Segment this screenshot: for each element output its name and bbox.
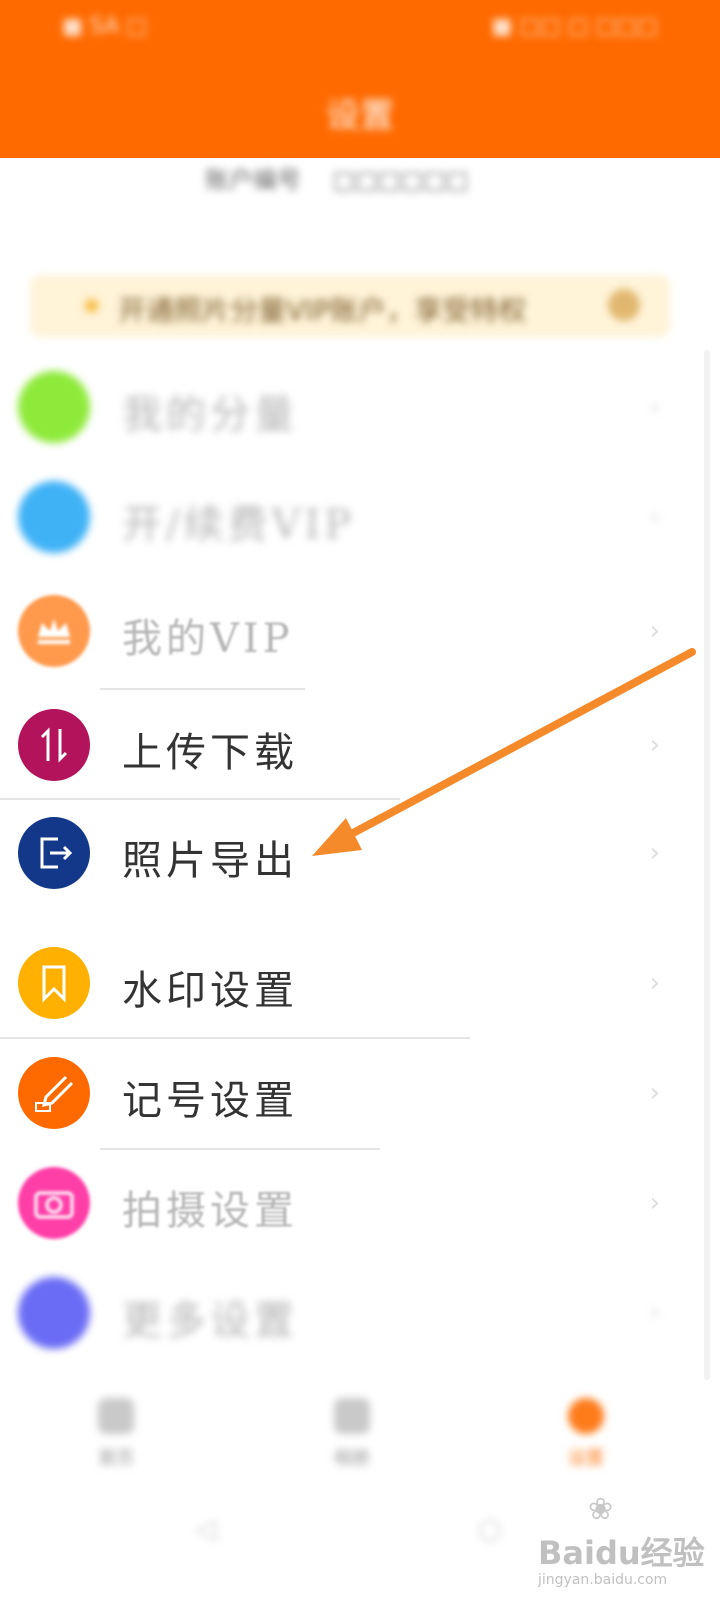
camera-icon — [18, 1167, 90, 1239]
account-value: □□□□□□ — [332, 166, 469, 194]
export-icon — [18, 817, 90, 889]
back-icon[interactable]: ◁ — [195, 1512, 217, 1545]
menu-item-photo-export[interactable]: 照片导出 › — [0, 800, 720, 910]
menu-item-camera-settings[interactable]: 拍摄设置 › — [0, 1150, 720, 1260]
marker-icon — [18, 1057, 90, 1129]
menu-item-label: 照片导出 — [122, 838, 298, 884]
vip-banner-text: 开通照片分量VIP账户，享受特权 — [118, 294, 527, 327]
menu-item-more-settings[interactable]: 更多设置 › — [0, 1260, 720, 1370]
chevron-right-icon: › — [649, 616, 660, 646]
star-icon: ★ — [80, 291, 104, 321]
bookmark-icon — [18, 947, 90, 1019]
header-bar: ■ SA □ ■ □□ □ □□□ 设置 — [0, 0, 720, 158]
green-circle-icon — [18, 371, 90, 443]
menu-item-label: 记号设置 — [122, 1078, 298, 1124]
album-icon — [334, 1398, 370, 1434]
nav-tab-settings[interactable]: 设置 — [546, 1398, 626, 1470]
chevron-right-icon: › — [649, 1298, 660, 1328]
menu-item-label: 我的VIP — [122, 616, 294, 662]
status-bar-left: ■ SA □ — [62, 14, 147, 39]
vip-banner[interactable]: ★ 开通照片分量VIP账户，享受特权 — [30, 275, 670, 337]
menu-item-label: 更多设置 — [122, 1298, 298, 1344]
menu-item-mark-settings[interactable]: 记号设置 › — [0, 1040, 720, 1150]
divider — [0, 1037, 470, 1039]
menu-item-upload-download[interactable]: 上传下载 › — [0, 692, 720, 802]
home-icon — [98, 1398, 134, 1434]
menu-item-my-quota[interactable]: 我的分量 › — [0, 354, 720, 464]
chevron-right-icon: › — [649, 1188, 660, 1218]
nav-tab-label: 相册 — [334, 1448, 370, 1469]
divider — [100, 688, 305, 690]
home-button-icon[interactable]: ○ — [478, 1512, 502, 1545]
page-title: 设置 — [326, 96, 394, 136]
chevron-right-icon: › — [649, 1078, 660, 1108]
chevron-right-icon — [608, 289, 640, 321]
menu-item-renew-vip[interactable]: 开/续费VIP › — [0, 464, 720, 574]
menu-item-watermark-settings[interactable]: 水印设置 › — [0, 930, 720, 1040]
refresh-icon — [18, 481, 90, 553]
menu-item-label: 拍摄设置 — [122, 1188, 298, 1234]
chevron-right-icon: › — [649, 392, 660, 422]
upload-download-icon — [18, 709, 90, 781]
account-label: 账户编号 — [205, 166, 301, 194]
menu-item-label: 我的分量 — [122, 392, 298, 438]
more-settings-icon — [18, 1277, 90, 1349]
chevron-right-icon: › — [649, 838, 660, 868]
nav-tab-album[interactable]: 相册 — [312, 1398, 392, 1470]
menu-item-label: 开/续费VIP — [122, 502, 356, 548]
bottom-navigation: 首页 相册 设置 — [0, 1380, 720, 1480]
paw-logo-icon: ❀ — [588, 1492, 614, 1527]
chevron-right-icon: › — [649, 968, 660, 998]
status-bar-right: ■ □□ □ □□□ — [491, 14, 658, 39]
menu-item-label: 水印设置 — [122, 968, 298, 1014]
settings-icon — [568, 1398, 604, 1434]
chevron-right-icon: › — [649, 730, 660, 760]
menu-item-my-vip[interactable]: 我的VIP › — [0, 578, 720, 688]
nav-tab-label: 首页 — [98, 1448, 134, 1469]
watermark-brand: Bai​du经验 — [538, 1534, 705, 1572]
account-info: 账户编号 □□□□□□ — [205, 160, 493, 195]
crown-icon — [18, 595, 90, 667]
watermark-site: jingyan.baidu.com — [538, 1572, 668, 1588]
nav-tab-home[interactable]: 首页 — [76, 1398, 156, 1470]
nav-tab-label: 设置 — [568, 1448, 604, 1469]
chevron-right-icon: › — [649, 502, 660, 532]
menu-item-label: 上传下载 — [122, 730, 298, 776]
